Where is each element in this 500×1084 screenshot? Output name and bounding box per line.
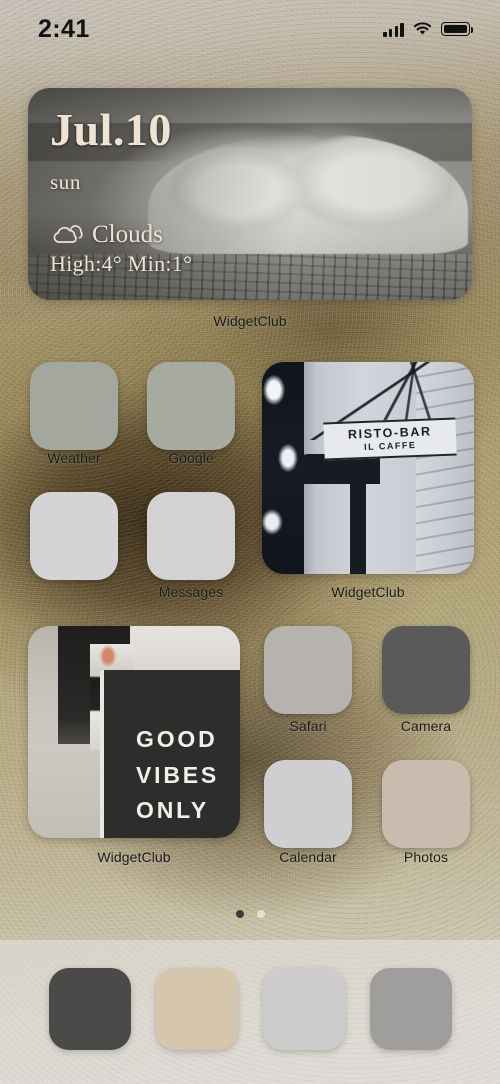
weather-condition-text: Clouds bbox=[92, 221, 163, 249]
app-label-camera: Camera bbox=[400, 718, 452, 734]
photo-widget-good-vibes[interactable]: GOOD VIBES ONLY bbox=[28, 626, 240, 838]
dock-app-icon-3[interactable] bbox=[262, 968, 345, 1050]
app-icon-google[interactable] bbox=[147, 362, 235, 450]
home-screen-page: Jul.10 sun Clouds High:4° Min:1° WidgetC… bbox=[0, 0, 500, 1084]
risto-sign-line-2: IL CAFFE bbox=[363, 439, 417, 452]
status-bar-icons bbox=[383, 22, 474, 37]
weather-widget-label: WidgetClub bbox=[213, 313, 287, 329]
status-bar: 2:41 bbox=[0, 0, 500, 58]
app-label-photos: Photos bbox=[403, 849, 449, 865]
app-icon-camera[interactable] bbox=[382, 626, 470, 714]
weather-temperature: High:4° Min:1° bbox=[50, 251, 193, 277]
battery-full-icon bbox=[441, 22, 474, 36]
cloud-icon bbox=[53, 225, 83, 244]
app-icon-photos[interactable] bbox=[382, 760, 470, 848]
dock-app-icon-4[interactable] bbox=[369, 968, 452, 1050]
wifi-icon bbox=[413, 22, 432, 35]
weather-condition-row: Clouds bbox=[50, 221, 456, 249]
vibes-sign-line-2: VIBES bbox=[136, 761, 220, 788]
status-bar-clock: 2:41 bbox=[38, 14, 90, 43]
app-label-google: Google bbox=[168, 450, 214, 466]
page-dot-2[interactable] bbox=[256, 910, 265, 918]
weather-date: Jul.10 bbox=[50, 104, 172, 155]
weather-weekday: sun bbox=[50, 170, 81, 195]
photo-widget-risto-bar[interactable]: RISTO-BAR IL CAFFE bbox=[262, 362, 474, 574]
weather-widget-text: Jul.10 sun Clouds High:4° Min:1° bbox=[50, 104, 456, 277]
risto-photo-pole bbox=[350, 456, 366, 574]
page-dot-1[interactable] bbox=[235, 910, 244, 918]
app-icon-calendar[interactable] bbox=[264, 760, 352, 848]
photo-widget-risto-label: WidgetClub bbox=[331, 584, 405, 600]
vibes-photo-sign-board: GOOD VIBES ONLY bbox=[100, 670, 240, 838]
cellular-bars-icon bbox=[383, 22, 404, 37]
dock-app-icon-1[interactable] bbox=[48, 968, 131, 1050]
app-icon-weather[interactable] bbox=[30, 362, 118, 450]
vibes-sign-line-1: GOOD bbox=[136, 726, 218, 752]
dock bbox=[0, 940, 500, 1084]
vibes-sign-line-3: ONLY bbox=[136, 797, 209, 824]
dock-icon-row bbox=[0, 968, 500, 1050]
app-icon-messages[interactable] bbox=[147, 492, 235, 580]
app-icon-safari[interactable] bbox=[264, 626, 352, 714]
photo-widget-vibes-label: WidgetClub bbox=[97, 849, 171, 865]
app-icon-unnamed[interactable] bbox=[30, 492, 118, 580]
risto-sign-line-1: RISTO-BAR bbox=[347, 424, 432, 442]
app-label-messages: Messages bbox=[158, 584, 224, 600]
page-indicator-dots[interactable] bbox=[0, 910, 500, 918]
risto-photo-sign: RISTO-BAR IL CAFFE bbox=[323, 417, 457, 461]
dock-app-icon-2[interactable] bbox=[155, 968, 238, 1050]
weather-widget[interactable]: Jul.10 sun Clouds High:4° Min:1° bbox=[28, 88, 472, 300]
